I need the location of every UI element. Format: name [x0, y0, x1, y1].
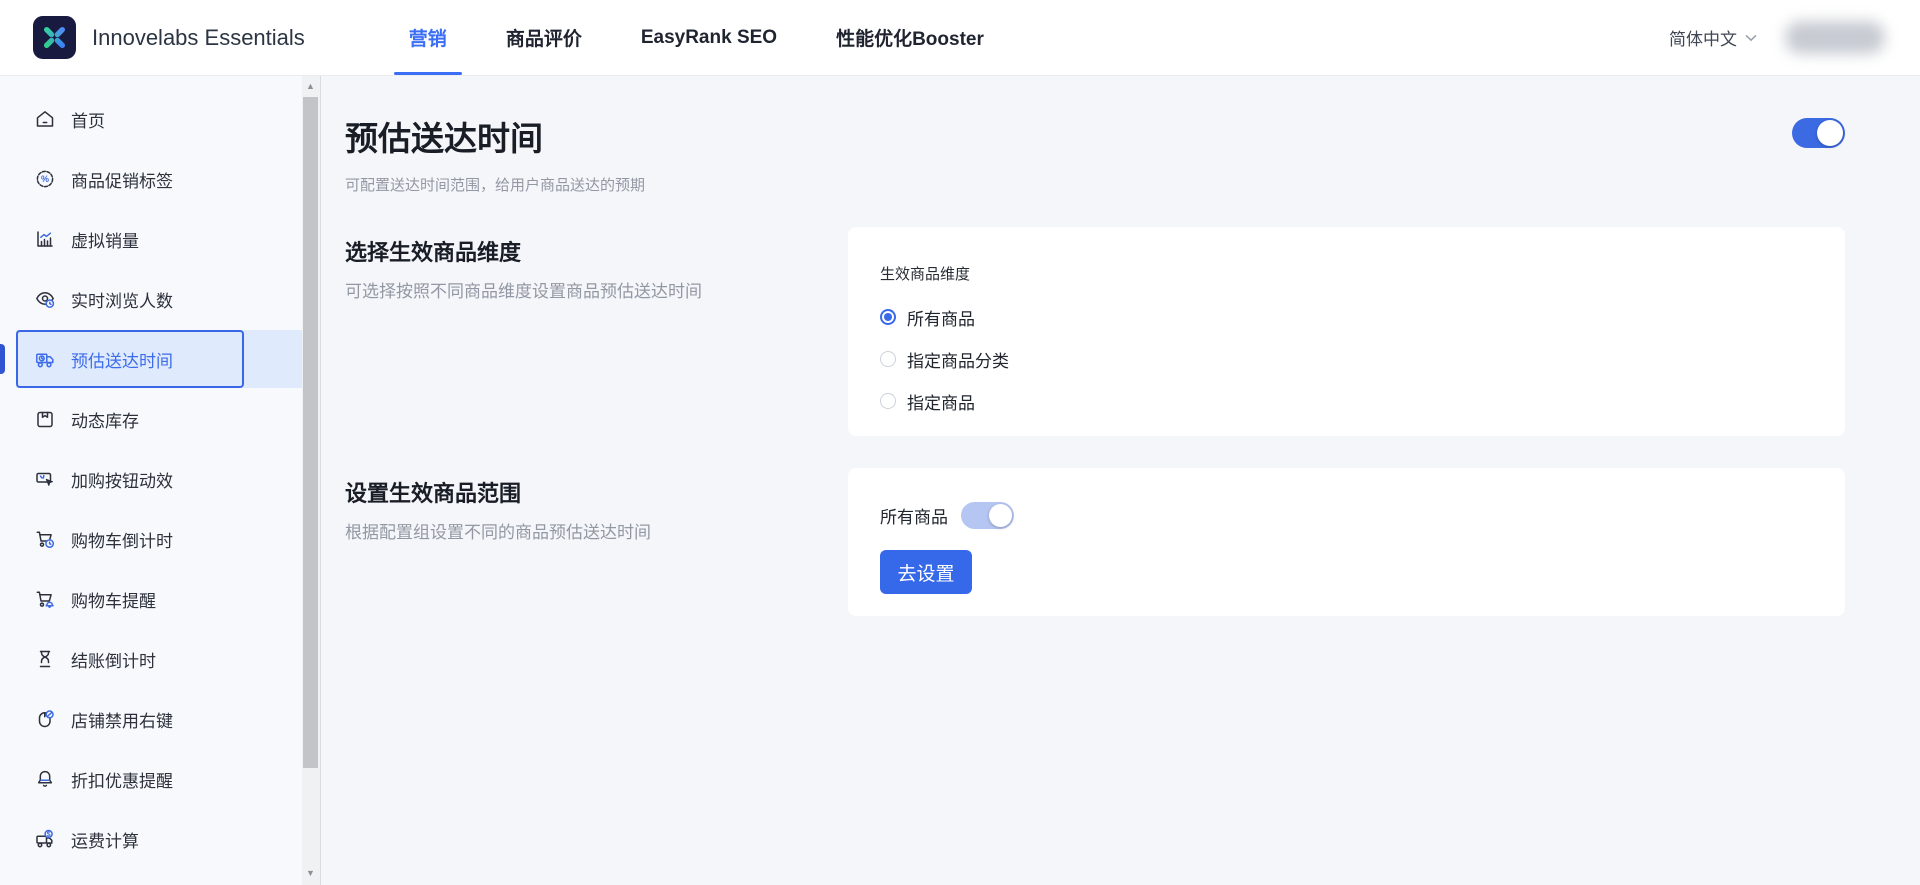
sidebar-item-label: 实时浏览人数 — [71, 291, 173, 311]
radio-option-2[interactable]: 指定商品 — [880, 380, 1813, 422]
tab-product-reviews[interactable]: 商品评价 — [491, 0, 597, 75]
section-intro: 选择生效商品维度 可选择按照不同商品维度设置商品预估送达时间 — [345, 227, 848, 436]
app-body: 首页% 商品促销标签 虚拟销量 实时浏览人数 预估送达时间 动态库存 加购按钮动效 购物车倒计… — [0, 76, 1920, 885]
radio-label: 指定商品分类 — [907, 351, 1009, 371]
delivery-truck-icon — [36, 353, 54, 368]
sidebar-item-virtual-sales[interactable]: 虚拟销量 — [0, 209, 302, 269]
sidebar-item-delivery-time[interactable]: 预估送达时间 — [0, 329, 302, 389]
scrollbar-up-arrow-icon[interactable]: ▲ — [302, 79, 319, 93]
sidebar-item-label: 动态库存 — [71, 411, 139, 431]
section-effective-dimension: 选择生效商品维度 可选择按照不同商品维度设置商品预估送达时间 生效商品维度 所有… — [345, 227, 1845, 436]
sidebar-item-cart-reminder[interactable]: 购物车提醒 — [0, 569, 302, 629]
sidebar-item-dynamic-stock[interactable]: 动态库存 — [0, 389, 302, 449]
section-heading: 选择生效商品维度 — [345, 240, 522, 265]
top-header: Innovelabs Essentials 营销 商品评价 EasyRank SEO… — [0, 0, 1920, 76]
sidebar-item-label: 购物车提醒 — [71, 591, 156, 611]
section-heading: 设置生效商品范围 — [345, 481, 522, 506]
page-header: 预估送达时间 — [345, 106, 1845, 160]
truck-dollar-icon: $ — [36, 829, 53, 848]
app-logo-icon — [33, 16, 76, 59]
tab-performance-booster[interactable]: 性能优化Booster — [821, 0, 999, 75]
promo-badge-icon: % — [36, 170, 54, 188]
app-window: Innovelabs Essentials 营销 商品评价 EasyRank SEO… — [0, 0, 1920, 885]
cart-bell-icon — [36, 591, 54, 609]
cart-clock-icon — [36, 531, 55, 549]
package-icon — [37, 411, 53, 428]
sidebar-item-live-viewers[interactable]: 实时浏览人数 — [0, 269, 302, 329]
sidebar-item-home[interactable]: 首页 — [0, 89, 302, 149]
brand[interactable]: Innovelabs Essentials — [33, 0, 305, 75]
sidebar-item-promo-labels[interactable]: % 商品促销标签 — [0, 149, 302, 209]
radio-button[interactable] — [880, 351, 896, 367]
section-description: 根据配置组设置不同的商品预估送达时间 — [345, 523, 651, 542]
radio-button[interactable] — [880, 393, 896, 409]
sidebar-item-add-to-cart-animation[interactable]: 加购按钮动效 — [0, 449, 302, 509]
language-label: 简体中文 — [1669, 30, 1737, 49]
scrollbar-thumb[interactable] — [303, 97, 318, 768]
button-cursor-icon — [36, 472, 53, 486]
section-intro: 设置生效商品范围 根据配置组设置不同的商品预估送达时间 — [345, 468, 848, 616]
radio-option-0[interactable]: 所有商品 — [880, 296, 1813, 338]
sidebar-item-discount-reminder[interactable]: 折扣优惠提醒 — [0, 749, 302, 809]
language-selector[interactable]: 简体中文 — [1669, 25, 1757, 50]
sidebar-item-disable-right-click[interactable]: 店铺禁用右键 — [0, 689, 302, 749]
top-nav: 营销 商品评价 EasyRank SEO 性能优化Booster — [393, 0, 999, 75]
section-description: 可选择按照不同商品维度设置商品预估送达时间 — [345, 282, 702, 301]
sidebar-item-label: 购物车倒计时 — [71, 531, 173, 551]
main-content: 预估送达时间 可配置送达时间范围，给用户商品送达的预期 选择生效商品维度 可选择… — [321, 76, 1920, 885]
svg-text:$: $ — [47, 831, 51, 838]
radio-option-1[interactable]: 指定商品分类 — [880, 338, 1813, 380]
scope-card: 所有商品 去设置 — [848, 468, 1845, 616]
sidebar-item-cart-countdown[interactable]: 购物车倒计时 — [0, 509, 302, 569]
brand-name: Innovelabs Essentials — [92, 24, 305, 50]
sidebar: 首页% 商品促销标签 虚拟销量 实时浏览人数 预估送达时间 动态库存 加购按钮动效 购物车倒计… — [0, 76, 302, 885]
sidebar-item-label: 结账倒计时 — [71, 651, 156, 671]
sidebar-item-checkout-countdown[interactable]: 结账倒计时 — [0, 629, 302, 689]
radio-label: 所有商品 — [907, 309, 975, 329]
sidebar-item-label: 商品促销标签 — [71, 171, 173, 191]
sidebar-item-label: 加购按钮动效 — [71, 471, 173, 491]
page-subtitle: 可配置送达时间范围，给用户商品送达的预期 — [345, 177, 646, 194]
home-icon — [36, 111, 54, 127]
sidebar-item-shipping-calc[interactable]: $ 运费计算 — [0, 809, 302, 869]
scrollbar-down-arrow-icon[interactable]: ▼ — [302, 866, 319, 880]
radio-button[interactable] — [880, 309, 896, 325]
bell-icon — [37, 770, 53, 787]
toggle-knob — [989, 504, 1012, 527]
sidebar-item-label: 虚拟销量 — [71, 231, 139, 251]
svg-text:%: % — [41, 174, 49, 184]
sidebar-item-label: 首页 — [71, 111, 105, 131]
hourglass-icon — [39, 650, 51, 668]
radio-group-label: 生效商品维度 — [880, 266, 971, 283]
page-title: 预估送达时间 — [345, 120, 543, 157]
chevron-down-icon — [1745, 34, 1757, 41]
sidebar-item-label: 折扣优惠提醒 — [71, 771, 173, 791]
radio-label: 指定商品 — [907, 393, 975, 413]
sidebar-item-label: 预估送达时间 — [71, 351, 173, 371]
section-effective-scope: 设置生效商品范围 根据配置组设置不同的商品预估送达时间 所有商品 去设置 — [345, 468, 1845, 616]
mouse-block-icon — [38, 710, 54, 728]
scope-toggle-label: 所有商品 — [880, 508, 948, 527]
header-right: 简体中文 — [1669, 0, 1885, 75]
user-account-blurred[interactable] — [1785, 21, 1885, 54]
dimension-card: 生效商品维度 所有商品指定商品分类 指定商品 — [848, 227, 1845, 436]
go-setup-button[interactable]: 去设置 — [880, 550, 972, 594]
active-item-indicator — [0, 344, 5, 374]
sales-chart-icon — [37, 231, 53, 247]
eye-clock-icon — [36, 292, 55, 308]
all-products-toggle[interactable] — [961, 502, 1014, 529]
tab-marketing[interactable]: 营销 — [393, 0, 462, 75]
toggle-knob — [1817, 120, 1843, 146]
feature-master-toggle[interactable] — [1792, 118, 1845, 148]
radio-group: 所有商品指定商品分类 指定商品 — [880, 296, 1813, 422]
scope-toggle-row: 所有商品 — [880, 502, 1813, 529]
sidebar-item-label: 运费计算 — [71, 831, 139, 851]
sidebar-scrollbar[interactable]: ▲ ▼ — [302, 76, 321, 885]
sidebar-item-label: 店铺禁用右键 — [71, 711, 173, 731]
tab-easyrank-seo[interactable]: EasyRank SEO — [626, 0, 792, 75]
